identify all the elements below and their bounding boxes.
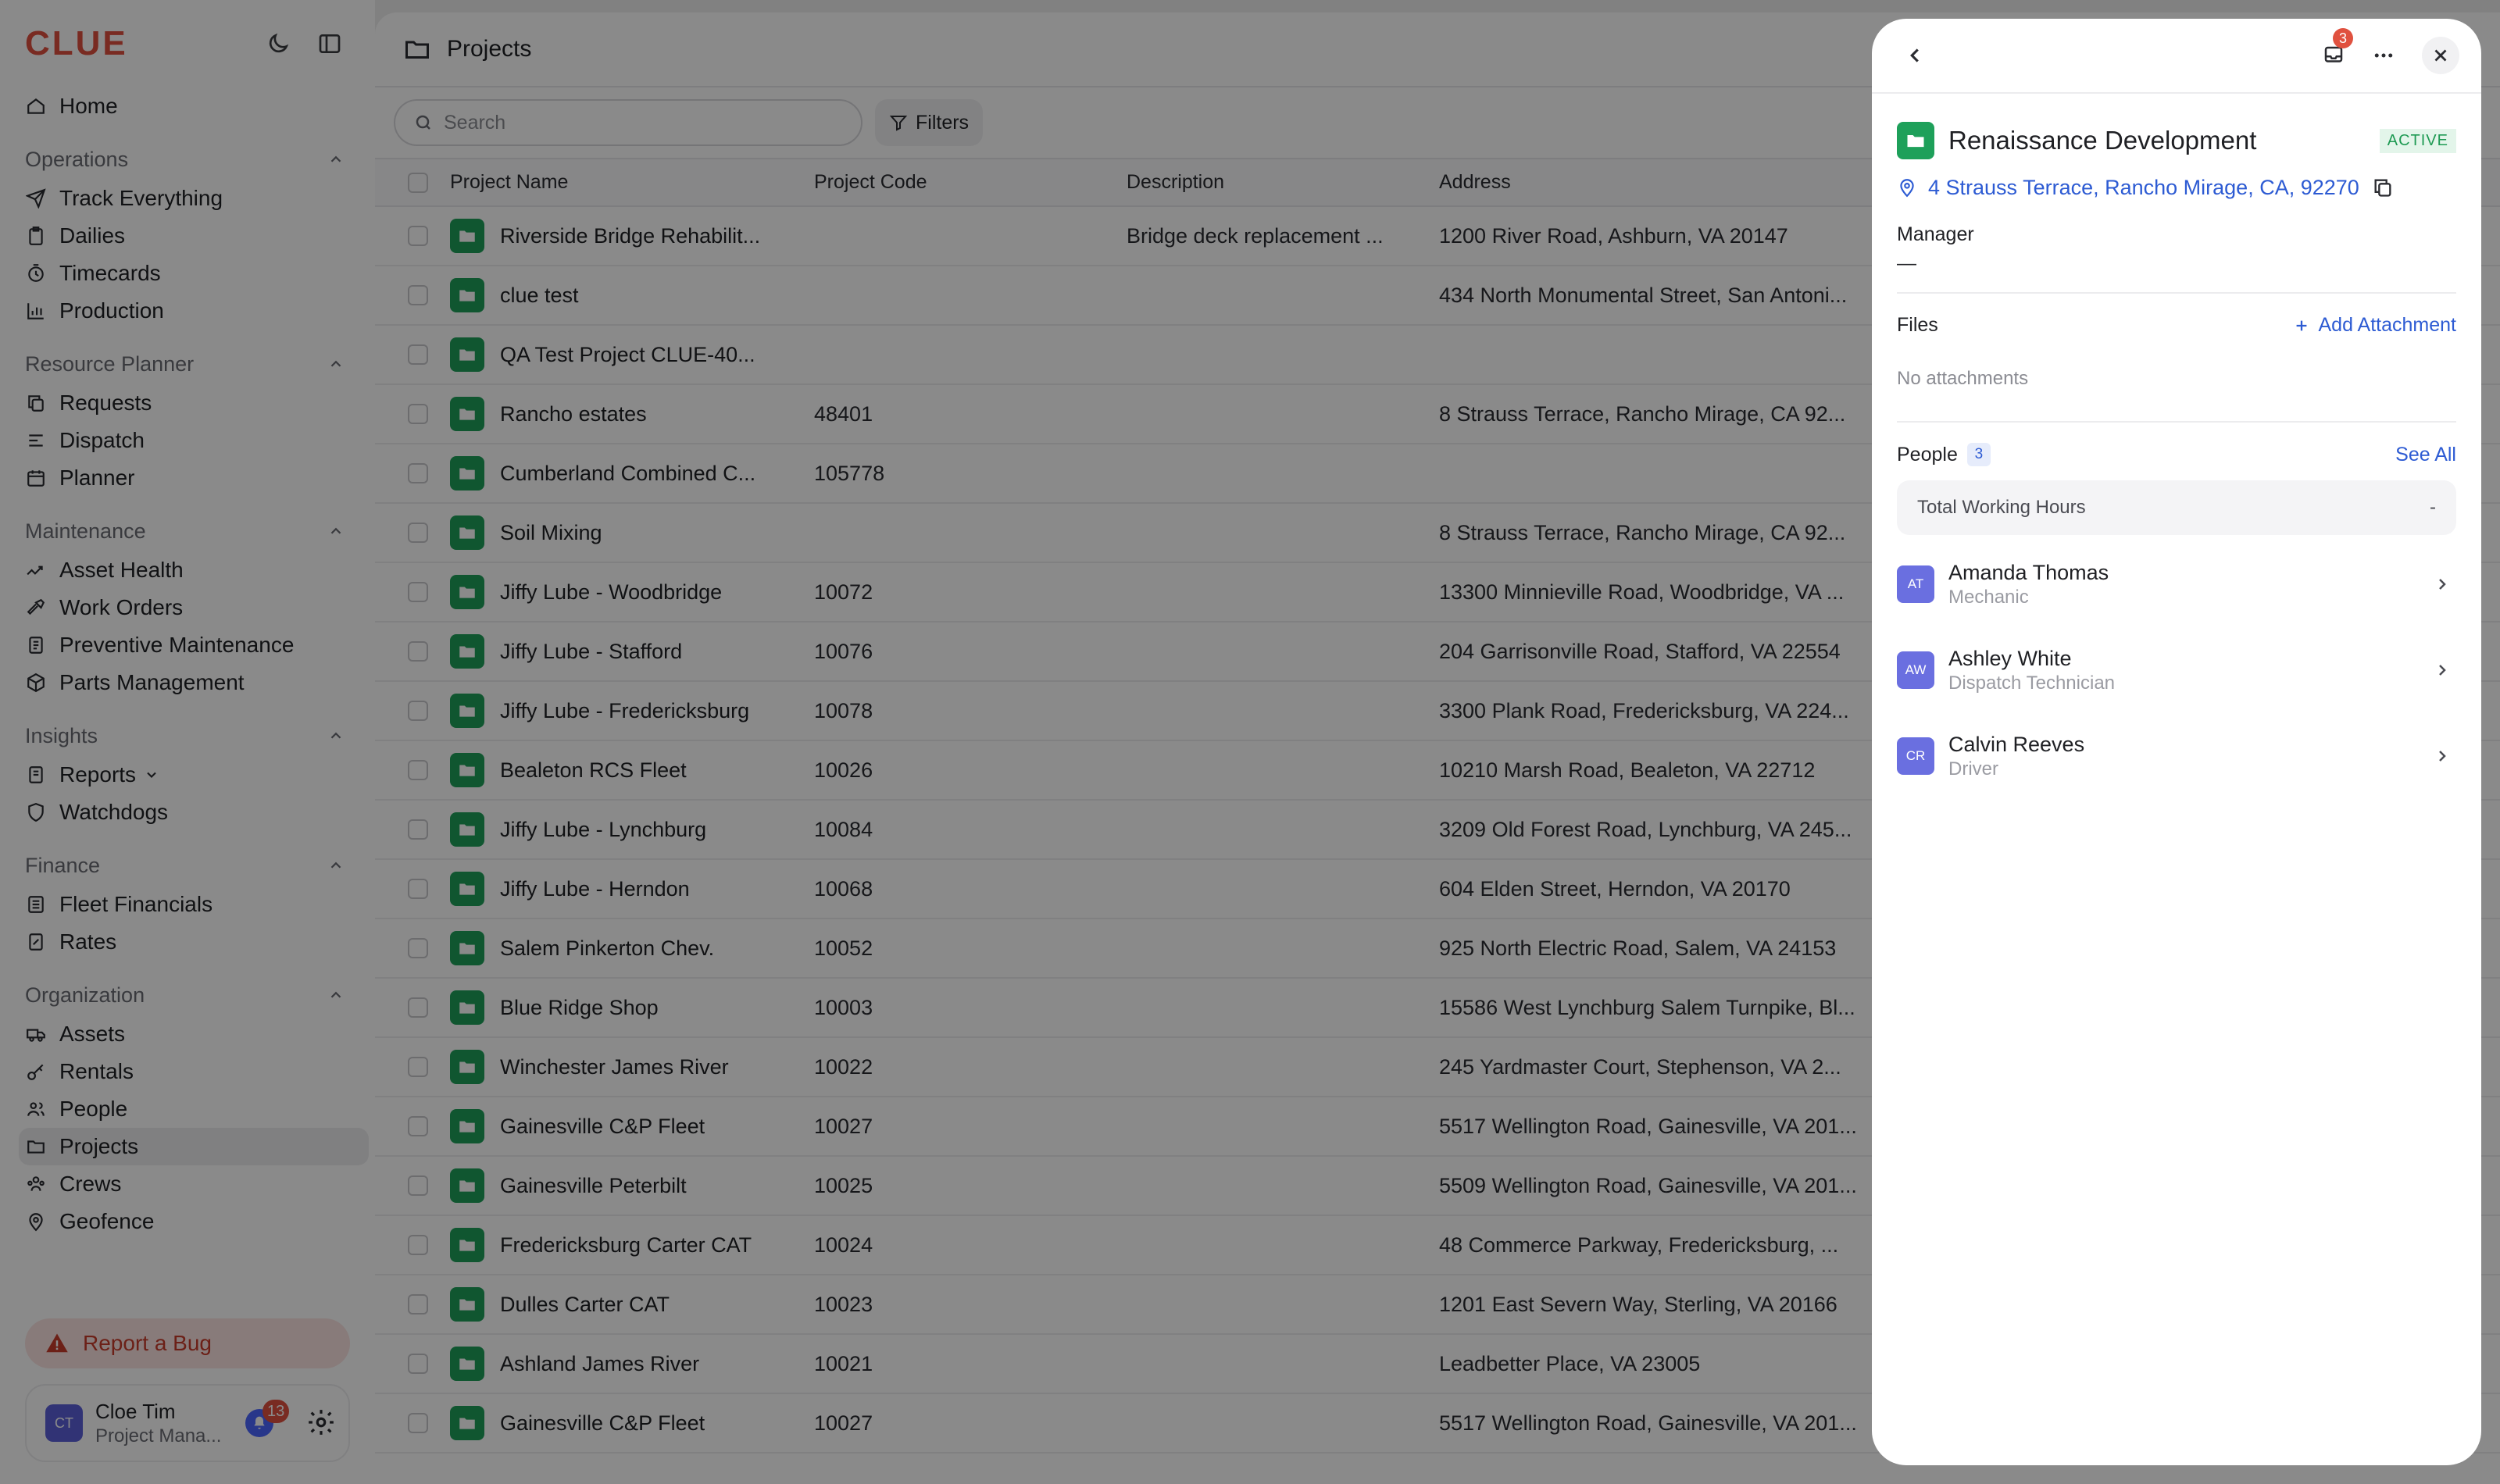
close-icon[interactable]: [2422, 37, 2459, 74]
status-badge: ACTIVE: [2379, 128, 2456, 153]
project-address[interactable]: 4 Strauss Terrace, Rancho Mirage, CA, 92…: [1897, 170, 2456, 205]
chevron-right-icon: [2433, 747, 2452, 765]
avatar: AT: [1897, 565, 1934, 603]
people-count-badge: 3: [1966, 443, 1991, 466]
drawer-notification-count: 3: [2333, 28, 2353, 48]
people-label: People: [1897, 443, 1958, 466]
total-hours-label: Total Working Hours: [1917, 497, 2086, 518]
files-section: Files Add Attachment: [1897, 314, 2456, 337]
chevron-right-icon: [2433, 661, 2452, 680]
address-text[interactable]: 4 Strauss Terrace, Rancho Mirage, CA, 92…: [1928, 176, 2359, 200]
divider: [1897, 292, 2456, 294]
project-title: Renaissance Development: [1948, 126, 2257, 155]
plus-icon: [2293, 317, 2310, 334]
inbox-icon[interactable]: 3: [2322, 28, 2353, 67]
manager-value: —: [1897, 252, 1916, 274]
see-all-link[interactable]: See All: [2395, 444, 2456, 466]
back-icon[interactable]: [1903, 44, 1927, 67]
drawer-toolbar: 3: [1872, 19, 2481, 94]
divider: [1897, 421, 2456, 423]
no-attachments-text: No attachments: [1897, 368, 2029, 389]
person-role: Driver: [1948, 758, 1998, 779]
person-row[interactable]: CR Calvin Reeves Driver: [1897, 713, 2456, 799]
files-label: Files: [1897, 314, 1938, 336]
more-options-icon[interactable]: [2372, 44, 2395, 67]
person-row[interactable]: AT Amanda Thomas Mechanic: [1897, 541, 2456, 627]
person-role: Mechanic: [1948, 586, 2029, 608]
people-list: AT Amanda Thomas Mechanic AW Ashley White Dis…: [1897, 541, 2456, 799]
person-row[interactable]: AW Ashley White Dispatch Technician: [1897, 627, 2456, 713]
total-hours-value: -: [2430, 497, 2436, 518]
avatar: CR: [1897, 737, 1934, 775]
person-role: Dispatch Technician: [1948, 672, 2116, 694]
project-folder-icon: [1897, 122, 1934, 159]
copy-icon[interactable]: [2372, 177, 2394, 198]
total-working-hours: Total Working Hours -: [1897, 480, 2456, 535]
add-attachment-button[interactable]: Add Attachment: [2293, 314, 2456, 337]
manager-label: Manager: [1897, 223, 1974, 245]
avatar: AW: [1897, 651, 1934, 689]
project-title-row: Renaissance Development ACTIVE: [1897, 119, 2456, 162]
chevron-right-icon: [2433, 575, 2452, 594]
add-attachment-label: Add Attachment: [2318, 314, 2456, 336]
manager-section: Manager —: [1897, 223, 2456, 275]
map-pin-icon: [1897, 177, 1917, 198]
person-name: Amanda Thomas: [1948, 560, 2109, 584]
project-detail-drawer: 3 Renaissance Development ACTIVE 4 Strau…: [1872, 19, 2481, 1465]
people-section-header: People 3 See All: [1897, 443, 2456, 466]
person-name: Ashley White: [1948, 646, 2072, 670]
person-name: Calvin Reeves: [1948, 732, 2085, 756]
